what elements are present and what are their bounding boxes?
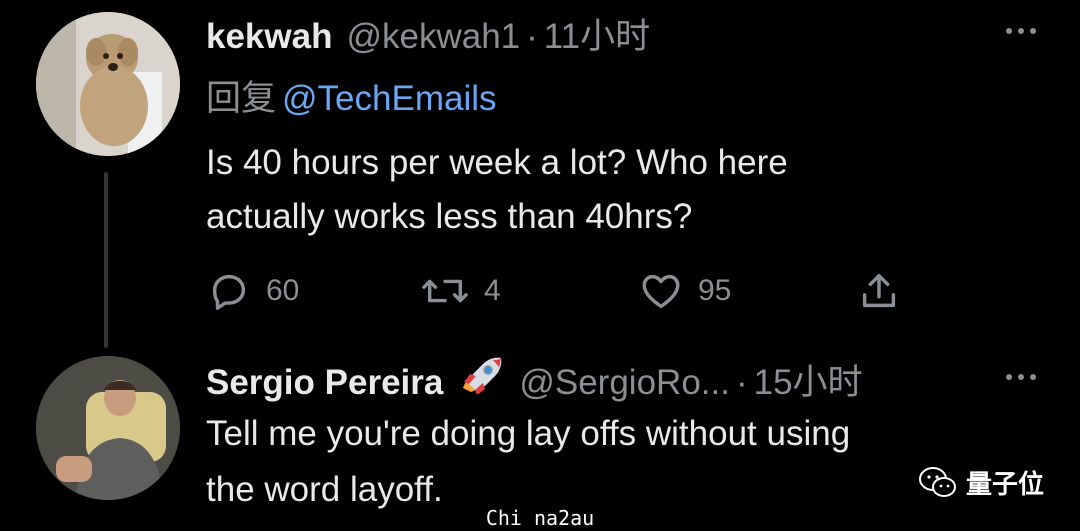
like-button[interactable]: 95 bbox=[638, 268, 731, 314]
reply-icon bbox=[212, 274, 246, 310]
reply-mention-link[interactable]: @TechEmails bbox=[282, 79, 496, 118]
man-avatar-icon bbox=[36, 356, 180, 500]
handle[interactable]: @SergioRo... bbox=[519, 363, 730, 403]
tweet-text-line: Tell me you're doing lay offs without us… bbox=[206, 414, 851, 453]
reply-count: 60 bbox=[266, 274, 300, 307]
caption-text: Chi na2au bbox=[485, 506, 595, 530]
tweet-header: kekwah @kekwah1 · 11小时 bbox=[206, 8, 650, 59]
more-options-icon[interactable] bbox=[1006, 28, 1036, 34]
watermark: 量子位 bbox=[918, 464, 1044, 501]
tweet-text: Is 40 hours per week a lot? Who here act… bbox=[206, 136, 788, 244]
timestamp[interactable]: 15小时 bbox=[754, 354, 863, 405]
share-button[interactable] bbox=[856, 268, 902, 314]
timestamp[interactable]: 11小时 bbox=[544, 8, 650, 59]
share-icon bbox=[862, 273, 896, 308]
more-options-icon[interactable] bbox=[1006, 374, 1036, 380]
thread-connector-line bbox=[104, 172, 108, 348]
heart-icon bbox=[642, 274, 680, 309]
like-count: 95 bbox=[698, 274, 732, 307]
tweet-text-line: Is 40 hours per week a lot? Who here bbox=[206, 143, 788, 182]
watermark-text: 量子位 bbox=[966, 469, 1045, 499]
display-name[interactable]: Sergio Pereira bbox=[206, 363, 443, 403]
separator-dot: · bbox=[526, 17, 538, 56]
author-avatar-sergio[interactable] bbox=[36, 356, 180, 500]
author-avatar-kekwah[interactable] bbox=[36, 12, 180, 156]
tweet-text: Tell me you're doing lay offs without us… bbox=[206, 406, 850, 518]
reply-button[interactable]: 60 bbox=[206, 268, 299, 314]
retweet-icon bbox=[422, 279, 468, 303]
tweet-text-line: actually works less than 40hrs? bbox=[206, 197, 693, 236]
reply-prefix: 回复 bbox=[206, 79, 277, 118]
retweet-button[interactable]: 4 bbox=[420, 268, 501, 314]
display-name[interactable]: kekwah bbox=[206, 17, 332, 57]
separator-dot: · bbox=[735, 363, 748, 402]
rocket-emoji-icon bbox=[463, 357, 502, 394]
tweet-header: Sergio Pereira @SergioRo... · 15小时 bbox=[206, 354, 863, 405]
replying-to: 回复 @TechEmails bbox=[206, 70, 497, 121]
handle[interactable]: @kekwah1 bbox=[346, 17, 520, 57]
wechat-icon bbox=[919, 466, 956, 497]
retweet-count: 4 bbox=[484, 274, 501, 307]
dog-avatar-icon bbox=[36, 12, 180, 156]
